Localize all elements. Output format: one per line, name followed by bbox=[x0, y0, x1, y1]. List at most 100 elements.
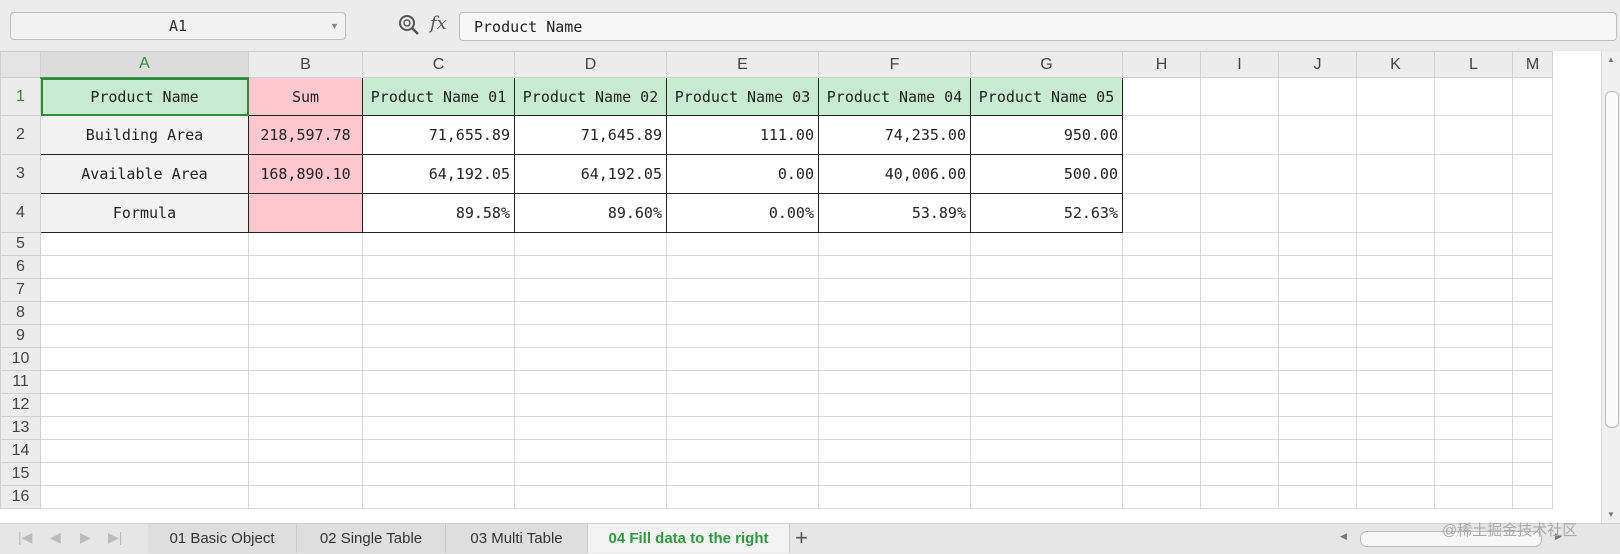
cell[interactable] bbox=[666, 416, 819, 440]
cell[interactable] bbox=[1122, 393, 1201, 417]
cell[interactable] bbox=[514, 416, 667, 440]
cell[interactable] bbox=[970, 278, 1123, 302]
cell[interactable] bbox=[1200, 278, 1279, 302]
cell-b1[interactable]: Sum bbox=[248, 77, 363, 116]
cell[interactable] bbox=[1278, 416, 1357, 440]
cell[interactable] bbox=[248, 255, 363, 279]
cell-b3[interactable]: 168,890.10 bbox=[248, 154, 363, 194]
cell[interactable] bbox=[514, 393, 667, 417]
cell[interactable] bbox=[514, 324, 667, 348]
cell[interactable] bbox=[1434, 462, 1513, 486]
cell[interactable] bbox=[1434, 485, 1513, 509]
first-sheet-icon[interactable]: |◀ bbox=[18, 529, 32, 546]
row-header[interactable]: 14 bbox=[0, 439, 41, 463]
cell[interactable] bbox=[248, 462, 363, 486]
cell[interactable] bbox=[970, 232, 1123, 256]
cell[interactable] bbox=[1434, 154, 1513, 194]
column-header-f[interactable]: F bbox=[818, 51, 971, 78]
cell[interactable] bbox=[666, 301, 819, 325]
name-box[interactable]: A1 ▼ bbox=[10, 12, 346, 40]
cell[interactable] bbox=[1356, 193, 1435, 233]
cell[interactable] bbox=[666, 462, 819, 486]
column-header-i[interactable]: I bbox=[1200, 51, 1279, 78]
cell[interactable] bbox=[514, 370, 667, 394]
cell[interactable] bbox=[1434, 232, 1513, 256]
next-sheet-icon[interactable]: ▶ bbox=[80, 529, 91, 546]
row-header[interactable]: 5 bbox=[0, 232, 41, 256]
formula-input[interactable]: Product Name bbox=[459, 12, 1617, 41]
cell[interactable] bbox=[970, 255, 1123, 279]
cell[interactable] bbox=[1512, 324, 1553, 348]
cell[interactable] bbox=[1200, 115, 1279, 155]
cell-g2[interactable]: 950.00 bbox=[970, 115, 1123, 155]
cell[interactable] bbox=[1122, 485, 1201, 509]
cell[interactable] bbox=[1122, 439, 1201, 463]
cell[interactable] bbox=[1200, 77, 1279, 116]
cell[interactable] bbox=[40, 393, 249, 417]
cell[interactable] bbox=[666, 393, 819, 417]
cell[interactable] bbox=[970, 462, 1123, 486]
cell[interactable] bbox=[970, 439, 1123, 463]
cell[interactable] bbox=[666, 485, 819, 509]
scroll-left-arrow-icon[interactable]: ◀ bbox=[1340, 531, 1347, 542]
prev-sheet-icon[interactable]: ◀ bbox=[50, 529, 61, 546]
cell[interactable] bbox=[970, 485, 1123, 509]
cell[interactable] bbox=[40, 416, 249, 440]
cell[interactable] bbox=[1278, 301, 1357, 325]
cell[interactable] bbox=[1356, 255, 1435, 279]
cell[interactable] bbox=[1278, 347, 1357, 371]
cell[interactable] bbox=[362, 347, 515, 371]
cell[interactable] bbox=[1200, 347, 1279, 371]
cell[interactable] bbox=[248, 278, 363, 302]
cell[interactable] bbox=[1278, 393, 1357, 417]
cell[interactable] bbox=[514, 462, 667, 486]
cell[interactable] bbox=[1122, 255, 1201, 279]
cell[interactable] bbox=[362, 416, 515, 440]
dropdown-icon[interactable]: ▼ bbox=[330, 13, 339, 39]
cell[interactable] bbox=[1434, 115, 1513, 155]
cell[interactable] bbox=[514, 485, 667, 509]
cell[interactable] bbox=[1434, 347, 1513, 371]
cell-e2[interactable]: 111.00 bbox=[666, 115, 819, 155]
cell[interactable] bbox=[666, 347, 819, 371]
last-sheet-icon[interactable]: ▶| bbox=[108, 529, 122, 546]
cell[interactable] bbox=[1512, 462, 1553, 486]
column-header-c[interactable]: C bbox=[362, 51, 515, 78]
row-header[interactable]: 6 bbox=[0, 255, 41, 279]
cell[interactable] bbox=[362, 278, 515, 302]
cell[interactable] bbox=[1356, 393, 1435, 417]
cell[interactable] bbox=[362, 485, 515, 509]
cell[interactable] bbox=[1512, 439, 1553, 463]
column-header-k[interactable]: K bbox=[1356, 51, 1435, 78]
row-header[interactable]: 8 bbox=[0, 301, 41, 325]
row-header[interactable]: 1 bbox=[0, 77, 41, 116]
cell[interactable] bbox=[1356, 115, 1435, 155]
cell[interactable] bbox=[818, 255, 971, 279]
cell[interactable] bbox=[362, 439, 515, 463]
cell[interactable] bbox=[1512, 77, 1553, 116]
cell[interactable] bbox=[1278, 232, 1357, 256]
row-header[interactable]: 12 bbox=[0, 393, 41, 417]
cell[interactable] bbox=[40, 462, 249, 486]
row-header[interactable]: 11 bbox=[0, 370, 41, 394]
row-header[interactable]: 16 bbox=[0, 485, 41, 509]
select-all-corner[interactable] bbox=[0, 51, 41, 78]
cell[interactable] bbox=[1200, 462, 1279, 486]
cell-g1[interactable]: Product Name 05 bbox=[970, 77, 1123, 116]
cell[interactable] bbox=[362, 255, 515, 279]
cell[interactable] bbox=[1434, 370, 1513, 394]
cell[interactable] bbox=[1278, 439, 1357, 463]
scroll-up-arrow-icon[interactable]: ▲ bbox=[1607, 55, 1615, 64]
cell[interactable] bbox=[248, 232, 363, 256]
cell[interactable] bbox=[40, 324, 249, 348]
cell[interactable] bbox=[1278, 77, 1357, 116]
cell[interactable] bbox=[362, 301, 515, 325]
cell-f1[interactable]: Product Name 04 bbox=[818, 77, 971, 116]
cell[interactable] bbox=[1278, 154, 1357, 194]
cell-c2[interactable]: 71,655.89 bbox=[362, 115, 515, 155]
sheet-tab-02[interactable]: 02 Single Table bbox=[297, 524, 446, 553]
cell[interactable] bbox=[1278, 278, 1357, 302]
cell[interactable] bbox=[1122, 232, 1201, 256]
row-header[interactable]: 10 bbox=[0, 347, 41, 371]
scroll-down-arrow-icon[interactable]: ▼ bbox=[1607, 510, 1615, 519]
